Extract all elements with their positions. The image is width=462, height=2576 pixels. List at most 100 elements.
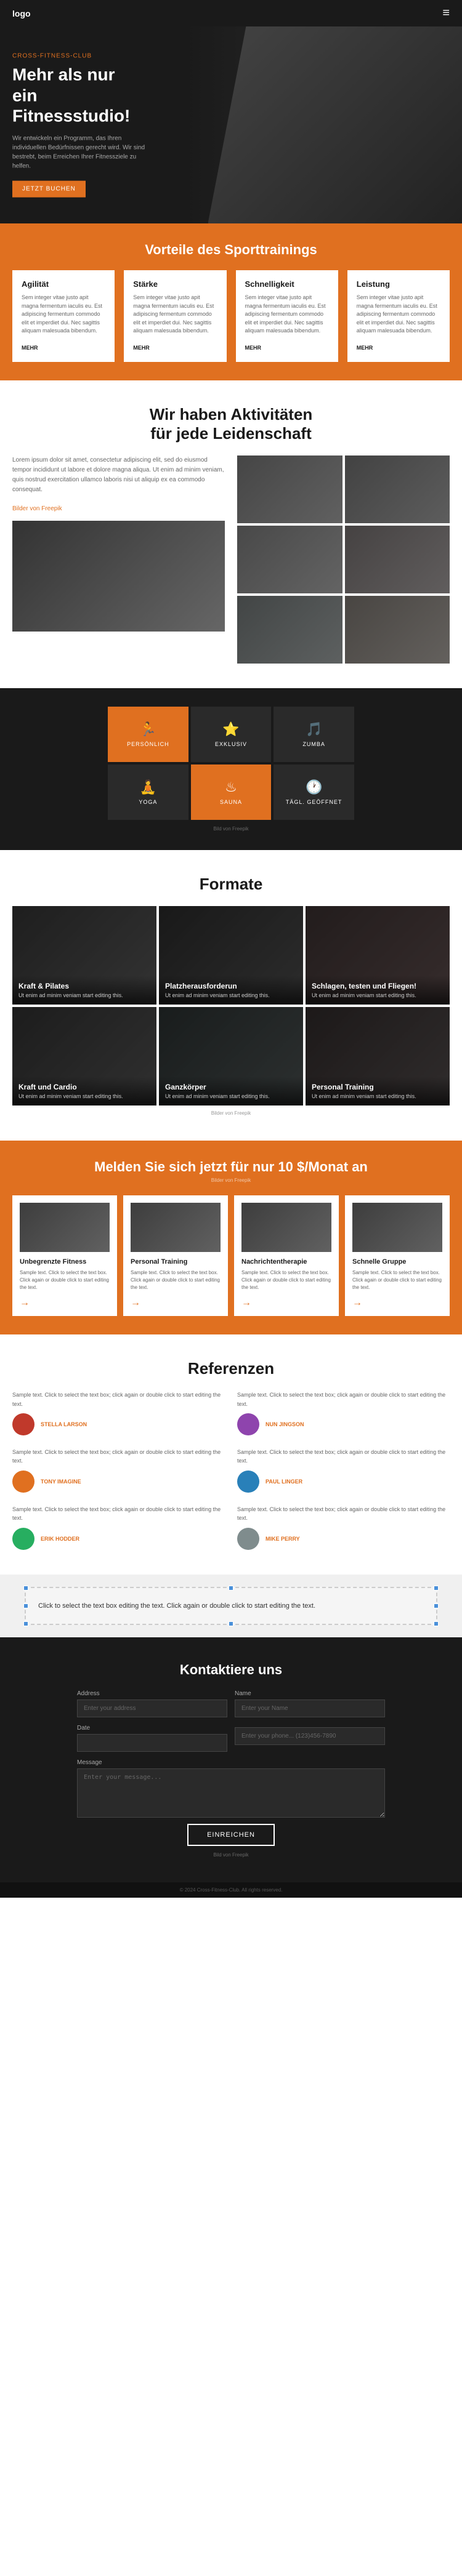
melden-card-arrow-0[interactable]: →: [20, 1298, 30, 1308]
contact-section: Kontaktiere uns Address Name Date Messag…: [0, 1637, 462, 1882]
vorteile-card-title-0: Agilität: [22, 279, 105, 289]
tile-label-1: EXKLUSIV: [215, 741, 247, 747]
hamburger-menu[interactable]: ≡: [442, 6, 450, 20]
ref-text-3: Sample text. Click to select the text bo…: [237, 1448, 450, 1466]
activity-image-1: [237, 455, 342, 523]
name-group: Name: [235, 1690, 385, 1717]
ref-text-1: Sample text. Click to select the text bo…: [237, 1390, 450, 1408]
ref-card-5: Sample text. Click to select the text bo…: [237, 1505, 450, 1550]
melden-card-title-2: Nachrichtentherapie: [241, 1258, 331, 1266]
contact-form: Address Name Date Message: [77, 1690, 385, 1818]
tile-3[interactable]: 🧘 YOGA: [108, 764, 188, 820]
footer-text: © 2024 Cross-Fitness-Club. All rights re…: [180, 1887, 283, 1893]
selected-textbox[interactable]: Click to select the text box editing the…: [25, 1587, 437, 1626]
format-title-4: Ganzkörper: [165, 1083, 297, 1091]
ref-avatar-2: [12, 1471, 34, 1493]
selection-handle-bm[interactable]: [229, 1621, 233, 1626]
tile-1[interactable]: ⭐ EXKLUSIV: [191, 707, 272, 762]
hero-subtitle: CROSS-FITNESS-CLUB: [12, 53, 148, 60]
ref-author-row-3: PAUL LINGER: [237, 1471, 450, 1493]
selection-handle-bl[interactable]: [23, 1621, 28, 1626]
ref-card-0: Sample text. Click to select the text bo…: [12, 1390, 225, 1435]
melden-card-text-0: Sample text. Click to select the text bo…: [20, 1269, 110, 1291]
activities-left: Lorem ipsum dolor sit amet, consectetur …: [12, 455, 225, 664]
message-textarea[interactable]: [77, 1768, 385, 1818]
selection-handle-ml[interactable]: [23, 1603, 28, 1608]
hero-cta-button[interactable]: JETZT BUCHEN: [12, 180, 86, 197]
format-title-2: Schlagen, testen und Fliegen!: [312, 982, 444, 990]
ref-author-row-4: ERIK HODDER: [12, 1528, 225, 1550]
phone-input[interactable]: [235, 1727, 385, 1745]
ref-name-4: ERIK HODDER: [41, 1536, 79, 1542]
tile-2[interactable]: 🎵 ZUMBA: [274, 707, 354, 762]
address-group: Address: [77, 1690, 227, 1717]
format-card-0: Kraft & Pilates Ut enim ad minim veniam …: [12, 906, 156, 1005]
melden-card-title-3: Schnelle Gruppe: [352, 1258, 442, 1266]
submit-button[interactable]: EINREICHEN: [187, 1824, 275, 1846]
name-input[interactable]: [235, 1699, 385, 1717]
format-card-3: Kraft und Cardio Ut enim ad minim veniam…: [12, 1007, 156, 1105]
melden-card-3: Schnelle Gruppe Sample text. Click to se…: [345, 1195, 450, 1316]
ref-name-1: NUN JINGSON: [265, 1421, 304, 1427]
tile-label-0: PERSÖNLICH: [127, 741, 169, 747]
format-title-5: Personal Training: [312, 1083, 444, 1091]
footer: © 2024 Cross-Fitness-Club. All rights re…: [0, 1882, 462, 1898]
vorteile-card-link-3[interactable]: MEHR: [357, 345, 373, 351]
activity-image-2: [345, 455, 450, 523]
melden-card-arrow-1[interactable]: →: [131, 1298, 140, 1308]
activity-image-6: [345, 596, 450, 664]
format-subtitle-0: Ut enim ad minim veniam start editing th…: [18, 992, 150, 998]
melden-card-title-1: Personal Training: [131, 1258, 221, 1266]
ref-card-1: Sample text. Click to select the text bo…: [237, 1390, 450, 1435]
melden-card-title-0: Unbegrenzte Fitness: [20, 1258, 110, 1266]
format-card-5: Personal Training Ut enim ad minim venia…: [306, 1007, 450, 1105]
vorteile-card-title-3: Leistung: [357, 279, 440, 289]
vorteile-card-link-0[interactable]: MEHR: [22, 345, 38, 351]
melden-card-arrow-2[interactable]: →: [241, 1298, 251, 1308]
date-input[interactable]: [77, 1734, 227, 1752]
ref-avatar-3: [237, 1471, 259, 1493]
selection-handle-tr[interactable]: [434, 1586, 439, 1591]
selection-handle-mr[interactable]: [434, 1603, 439, 1608]
referenzen-grid: Sample text. Click to select the text bo…: [12, 1390, 450, 1549]
ref-avatar-5: [237, 1528, 259, 1550]
date-group: Date: [77, 1725, 227, 1752]
selection-handle-tm[interactable]: [229, 1586, 233, 1591]
vorteile-card-2: Schnelligkeit Sem integer vitae justo ap…: [236, 270, 338, 362]
tile-0[interactable]: 🏃 PERSÖNLICH: [108, 707, 188, 762]
address-input[interactable]: [77, 1699, 227, 1717]
vorteile-grid: Agilität Sem integer vitae justo apit ma…: [12, 270, 450, 362]
hero-background-image: [208, 26, 462, 223]
vorteile-card-text-3: Sem integer vitae justo apit magna ferme…: [357, 294, 440, 335]
tile-icon-1: ⭐: [222, 721, 239, 737]
ref-author-row-0: STELLA LARSON: [12, 1413, 225, 1435]
tile-4[interactable]: ♨ SAUNA: [191, 764, 272, 820]
message-group: Message: [77, 1759, 385, 1818]
vorteile-card-1: Stärke Sem integer vitae justo apit magn…: [124, 270, 226, 362]
melden-grid: Unbegrenzte Fitness Sample text. Click t…: [12, 1195, 450, 1316]
vorteile-card-link-1[interactable]: MEHR: [133, 345, 150, 351]
activities-images-grid: [237, 455, 450, 664]
melden-card-img-2: [241, 1203, 331, 1252]
selected-textbox-text: Click to select the text box editing the…: [38, 1600, 424, 1612]
ref-avatar-4: [12, 1528, 34, 1550]
activities-body-text: Lorem ipsum dolor sit amet, consectetur …: [12, 455, 225, 495]
melden-credit: Bilder von Freepik: [12, 1178, 450, 1183]
ref-avatar-0: [12, 1413, 34, 1435]
activities-image-link[interactable]: Bilder von Freepik: [12, 505, 62, 512]
vorteile-card-link-2[interactable]: MEHR: [245, 345, 262, 351]
selection-handle-br[interactable]: [434, 1621, 439, 1626]
melden-card-text-1: Sample text. Click to select the text bo…: [131, 1269, 221, 1291]
phone-group: [235, 1725, 385, 1752]
vorteile-card-text-1: Sem integer vitae justo apit magna ferme…: [133, 294, 217, 335]
activities-layout: Lorem ipsum dolor sit amet, consectetur …: [12, 455, 450, 664]
selection-handle-tl[interactable]: [23, 1586, 28, 1591]
tile-5[interactable]: 🕐 TÄGL. GEÖFFNET: [274, 764, 354, 820]
hero-content: CROSS-FITNESS-CLUB Mehr als nureinFitnes…: [12, 53, 148, 198]
tile-icon-0: 🏃: [140, 721, 156, 737]
ref-avatar-1: [237, 1413, 259, 1435]
melden-card-arrow-3[interactable]: →: [352, 1298, 362, 1308]
ref-card-3: Sample text. Click to select the text bo…: [237, 1448, 450, 1493]
navbar: logo ≡: [0, 0, 462, 26]
melden-section: Melden Sie sich jetzt für nur 10 $/Monat…: [0, 1141, 462, 1334]
